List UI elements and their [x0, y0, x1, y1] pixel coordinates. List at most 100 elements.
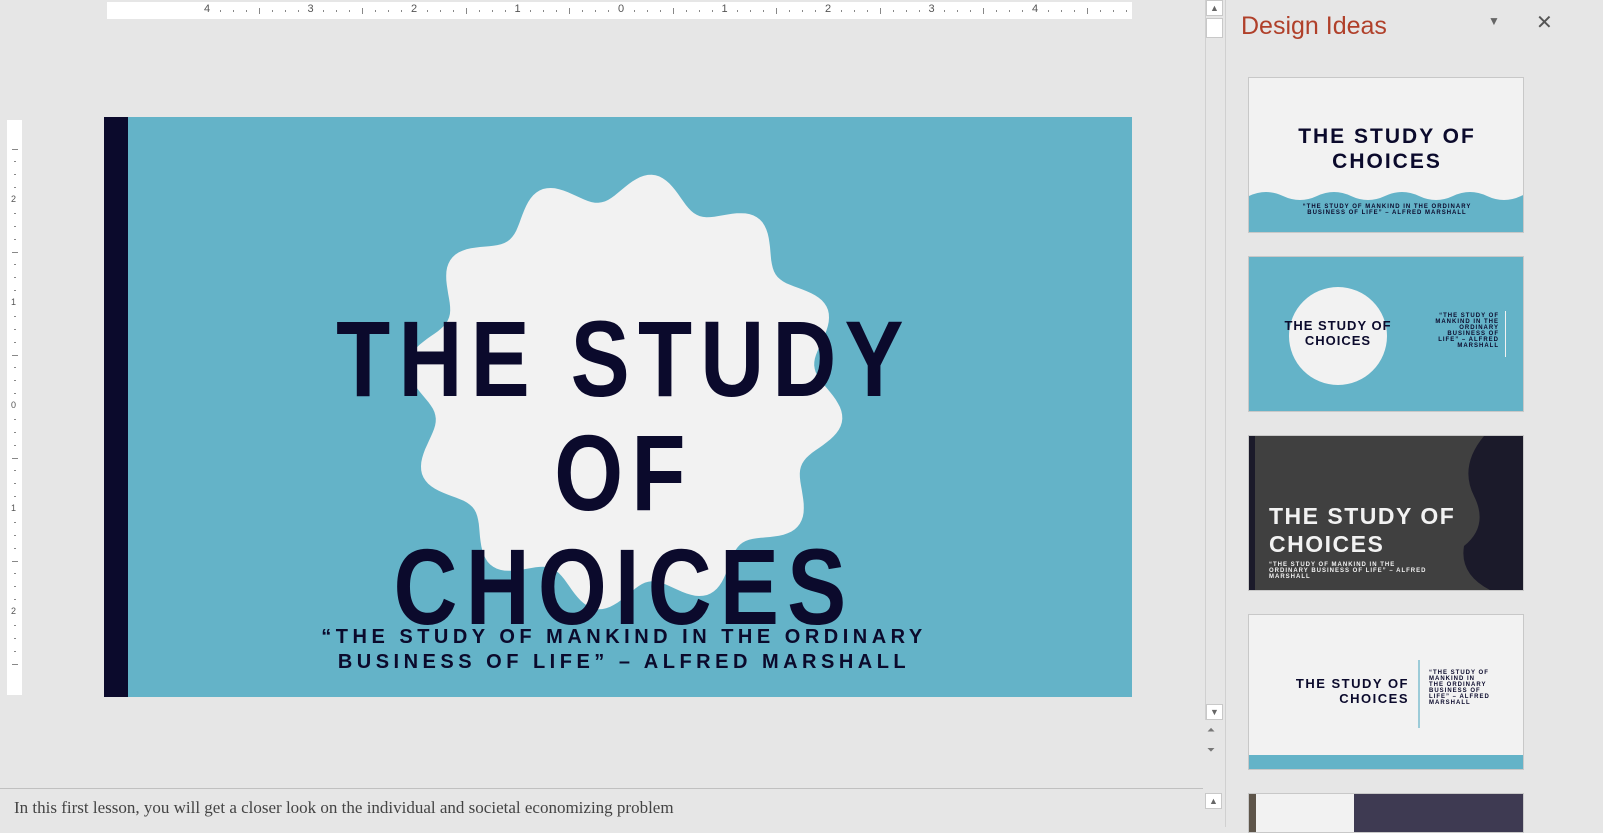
ruler-tick — [815, 10, 817, 12]
ruler-tick — [14, 341, 16, 343]
ruler-tick — [12, 560, 18, 562]
slide-title[interactable]: THE STUDY OF CHOICES — [280, 302, 969, 644]
ruler-tick — [1022, 10, 1024, 12]
ruler-tick — [426, 10, 428, 12]
ruler-tick — [439, 10, 441, 12]
ruler-label: 1 — [11, 503, 17, 513]
ruler-tick — [271, 10, 273, 12]
subtitle-line-2: BUSINESS OF LIFE” – ALFRED MARSHALL — [337, 651, 911, 673]
ruler-label: 3 — [928, 3, 935, 15]
thumb-subtitle: “THE STUDY OF MANKIND IN THE ORDINARY BU… — [1302, 204, 1472, 216]
vertical-scrollbar[interactable]: ▲ ▼ — [1205, 0, 1223, 720]
title-line-1: THE STUDY OF — [336, 298, 912, 533]
ruler-tick — [245, 10, 247, 12]
thumb-title: THE STUDY OF — [1295, 676, 1409, 691]
ruler-tick — [14, 573, 16, 575]
ruler-tick — [1009, 10, 1011, 12]
ruler-tick — [504, 10, 506, 12]
ruler-label: 1 — [11, 297, 17, 307]
ruler-tick — [12, 148, 18, 150]
ruler-tick — [750, 10, 752, 12]
ruler-tick — [219, 10, 221, 12]
ruler-tick — [14, 393, 16, 395]
ruler-tick — [14, 637, 16, 639]
ruler-tick — [14, 521, 16, 523]
ruler-tick — [595, 10, 597, 12]
ruler-tick — [543, 10, 545, 12]
ruler-tick — [12, 663, 18, 665]
ruler-tick — [232, 10, 234, 12]
ruler-tick — [698, 10, 700, 12]
ruler-tick — [14, 187, 16, 189]
ruler-tick — [569, 8, 571, 14]
design-idea-1[interactable]: THE STUDY OF CHOICES “THE STUDY OF MANKIN… — [1248, 77, 1524, 233]
design-idea-2[interactable]: THE STUDY OF CHOICES “THE STUDY OF MANKIN… — [1248, 256, 1524, 412]
ruler-tick — [12, 354, 18, 356]
ruler-tick — [556, 10, 558, 12]
ruler-tick — [478, 10, 480, 12]
ruler-tick — [1112, 10, 1114, 12]
ruler-tick — [12, 457, 18, 459]
ruler-tick — [14, 315, 16, 317]
ruler-tick — [14, 624, 16, 626]
ruler-label: 1 — [721, 3, 728, 15]
ruler-tick — [297, 10, 299, 12]
ruler-tick — [14, 290, 16, 292]
ruler-tick — [336, 10, 338, 12]
ruler-tick — [763, 10, 765, 12]
notes-pane[interactable]: In this first lesson, you will get a clo… — [0, 788, 1203, 827]
thumb-title: CHOICES — [1269, 531, 1385, 557]
ruler-label: 2 — [11, 194, 17, 204]
next-slide-icon[interactable]: ⏷ — [1207, 745, 1215, 757]
ruler-tick — [646, 10, 648, 12]
notes-scroll-up-button[interactable]: ▲ — [1205, 793, 1222, 809]
thumb-subtitle: “THE STUDY OF MANKIND IN THE ORDINARY BU… — [1429, 670, 1490, 706]
ruler-tick — [582, 10, 584, 12]
thumb-title: THE STUDY OF — [1269, 503, 1456, 529]
thumb-title: THE STUDY OF — [1298, 125, 1476, 148]
slide-subtitle[interactable]: “THE STUDY OF MANKIND IN THE ORDINARY BU… — [254, 625, 994, 675]
ruler-tick — [1125, 10, 1127, 12]
ruler-tick — [14, 380, 16, 382]
notes-text: In this first lesson, you will get a clo… — [14, 798, 674, 817]
ruler-tick — [12, 251, 18, 253]
ruler-tick — [14, 599, 16, 601]
design-idea-5[interactable] — [1248, 793, 1524, 833]
scroll-up-button[interactable]: ▲ — [1206, 0, 1223, 16]
ruler-tick — [388, 10, 390, 12]
chevron-down-icon[interactable]: ▼ — [1488, 14, 1500, 28]
ruler-tick — [711, 10, 713, 12]
ruler-tick — [14, 483, 16, 485]
close-icon[interactable]: ✕ — [1536, 10, 1553, 35]
ruler-tick — [452, 10, 454, 12]
ruler-tick — [840, 10, 842, 12]
ruler-label: 4 — [1032, 3, 1039, 15]
ruler-tick — [14, 238, 16, 240]
ruler-tick — [14, 161, 16, 163]
scroll-down-button[interactable]: ▼ — [1206, 704, 1223, 720]
ruler-tick — [14, 650, 16, 652]
ruler-tick — [1073, 10, 1075, 12]
ruler-tick — [401, 10, 403, 12]
ruler-tick — [892, 10, 894, 12]
ruler-label: 4 — [204, 3, 211, 15]
ruler-tick — [284, 10, 286, 12]
ruler-tick — [1060, 10, 1062, 12]
ruler-tick — [879, 8, 881, 14]
scroll-thumb[interactable] — [1206, 18, 1223, 38]
ruler-tick — [349, 10, 351, 12]
ruler-tick — [918, 10, 920, 12]
ruler-tick — [866, 10, 868, 12]
ruler-tick — [905, 10, 907, 12]
ruler-tick — [14, 328, 16, 330]
ruler-tick — [1047, 10, 1049, 12]
ruler-tick — [672, 8, 674, 14]
horizontal-ruler: 4 3 2 1 0 1 2 3 4 — [107, 2, 1132, 19]
ruler-tick — [14, 418, 16, 420]
design-idea-3[interactable]: THE STUDY OF CHOICES “THE STUDY OF MANKIN… — [1248, 435, 1524, 591]
ruler-tick — [608, 10, 610, 12]
design-idea-4[interactable]: THE STUDY OF CHOICES “THE STUDY OF MANKIN… — [1248, 614, 1524, 770]
slide-canvas[interactable]: THE STUDY OF CHOICES “THE STUDY OF MANKI… — [104, 117, 1132, 697]
previous-slide-icon[interactable]: ⏶ — [1207, 725, 1215, 737]
ruler-tick — [14, 496, 16, 498]
